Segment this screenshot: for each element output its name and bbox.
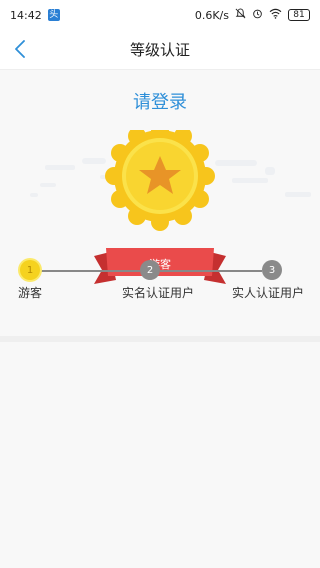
empty-content-area	[0, 342, 320, 568]
step-1-number: 1	[26, 264, 34, 276]
back-button[interactable]	[6, 35, 34, 63]
step-3-number: 3	[268, 264, 276, 276]
step-1-circle: 1	[20, 260, 40, 280]
main-content: 请登录 游客 1 2 3 游客 实名认证用户 实人认证用户	[0, 70, 320, 336]
network-speed: 0.6K/s	[194, 8, 229, 22]
page-title: 等级认证	[129, 41, 190, 59]
step-1-label: 游客	[18, 286, 43, 300]
step-3-circle: 3	[262, 260, 282, 280]
navigation-bar: 等级认证	[0, 30, 320, 70]
status-time: 14:42	[10, 8, 42, 22]
step-2-number: 2	[146, 264, 154, 276]
step-2-label: 实名认证用户	[122, 286, 195, 300]
status-right: 0.6K/s 81	[195, 8, 310, 22]
login-prompt[interactable]: 请登录	[0, 88, 320, 114]
step-connector-1	[38, 270, 140, 272]
status-bar: 14:42 头 0.6K/s 81	[0, 0, 320, 30]
battery-indicator: 81	[288, 9, 310, 21]
chevron-left-icon	[15, 40, 25, 58]
alarm-icon	[252, 8, 263, 22]
status-left: 14:42 头	[10, 9, 60, 22]
wifi-icon	[269, 8, 282, 22]
step-3-label: 实人认证用户	[232, 286, 305, 300]
step-2-circle: 2	[140, 260, 160, 280]
mute-icon	[235, 8, 246, 22]
app-notification-icon: 头	[47, 9, 60, 21]
certification-steps: 1 2 3 游客 实名认证用户 实人认证用户	[0, 258, 320, 310]
step-connector-2	[160, 270, 262, 272]
